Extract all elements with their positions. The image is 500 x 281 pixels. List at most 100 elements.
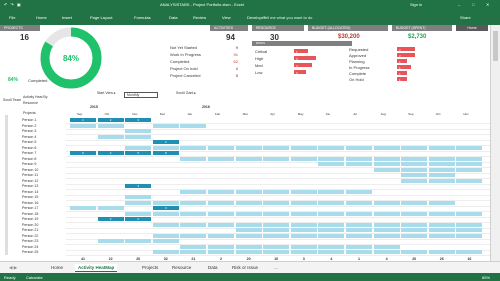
heat-cell[interactable] bbox=[373, 233, 400, 238]
heat-cell[interactable] bbox=[290, 211, 317, 216]
sheet-tab-data[interactable]: Data bbox=[205, 264, 221, 272]
heat-cell[interactable] bbox=[401, 167, 428, 172]
heat-cell[interactable] bbox=[401, 228, 428, 233]
heat-cell[interactable] bbox=[263, 200, 290, 205]
heat-cell[interactable] bbox=[318, 145, 345, 150]
heat-cell[interactable] bbox=[180, 222, 207, 227]
heat-cell[interactable] bbox=[208, 156, 234, 161]
home-button[interactable]: Home bbox=[456, 25, 488, 31]
heat-cell[interactable] bbox=[208, 244, 234, 249]
heat-cell[interactable] bbox=[318, 211, 345, 216]
heat-cell[interactable] bbox=[152, 211, 179, 216]
heat-cell[interactable]: 2 bbox=[97, 118, 124, 123]
heat-cell[interactable]: 2 bbox=[70, 118, 96, 123]
heat-cell[interactable] bbox=[373, 222, 400, 227]
heat-cell[interactable] bbox=[180, 233, 207, 238]
heat-cell[interactable] bbox=[97, 134, 124, 139]
table-row[interactable]: Person 22 bbox=[0, 233, 490, 240]
heat-cell[interactable] bbox=[318, 162, 345, 167]
table-row[interactable]: Person 4 bbox=[0, 134, 490, 141]
heat-cell[interactable] bbox=[401, 156, 428, 161]
heat-cell[interactable] bbox=[428, 250, 455, 255]
heat-cell[interactable]: 2 bbox=[152, 140, 179, 145]
heat-cell[interactable] bbox=[125, 195, 152, 200]
heat-cell[interactable] bbox=[346, 156, 372, 161]
heat-cell[interactable] bbox=[235, 200, 262, 205]
heat-cell[interactable] bbox=[235, 189, 262, 194]
heat-cell[interactable] bbox=[152, 200, 179, 205]
heat-cell[interactable]: 8 bbox=[152, 151, 179, 156]
table-row[interactable]: Person 11 bbox=[0, 173, 490, 179]
heat-cell[interactable] bbox=[373, 211, 400, 216]
heat-cell[interactable] bbox=[428, 173, 455, 178]
heat-cell[interactable] bbox=[97, 206, 124, 211]
heat-cell[interactable] bbox=[428, 156, 455, 161]
heat-cell[interactable]: 5 bbox=[125, 151, 152, 156]
heat-cell[interactable] bbox=[373, 250, 400, 255]
heat-cell[interactable] bbox=[263, 233, 290, 238]
heat-cell[interactable] bbox=[152, 123, 179, 128]
sheet-tab-resource[interactable]: Resource bbox=[169, 264, 194, 272]
heat-cell[interactable] bbox=[456, 228, 483, 233]
heat-cell[interactable] bbox=[290, 145, 317, 150]
heat-cell[interactable] bbox=[290, 244, 317, 249]
heat-cell[interactable] bbox=[180, 211, 207, 216]
sheet-tab-more[interactable]: ... bbox=[271, 264, 281, 272]
heat-cell[interactable]: 2 bbox=[97, 151, 124, 156]
heat-cell[interactable] bbox=[97, 239, 124, 244]
table-row[interactable]: Person 21 bbox=[0, 228, 490, 234]
close-icon[interactable]: ✕ bbox=[486, 2, 489, 7]
status-calculate[interactable]: Calculate bbox=[26, 275, 43, 280]
table-row[interactable]: Person 8 bbox=[0, 156, 490, 163]
table-row[interactable]: Person 14 bbox=[0, 189, 490, 196]
heat-cell[interactable] bbox=[290, 189, 317, 194]
heat-cell[interactable] bbox=[290, 228, 317, 233]
heat-cell[interactable] bbox=[346, 250, 372, 255]
heat-cell[interactable] bbox=[456, 167, 483, 172]
heat-cell[interactable] bbox=[125, 145, 152, 150]
heat-cell[interactable] bbox=[401, 200, 428, 205]
heat-cell[interactable] bbox=[152, 250, 179, 255]
heat-cell[interactable] bbox=[263, 156, 290, 161]
heat-cell[interactable] bbox=[180, 244, 207, 249]
heat-cell[interactable] bbox=[263, 228, 290, 233]
heat-cell[interactable] bbox=[125, 239, 152, 244]
scroll-thumb[interactable] bbox=[493, 31, 498, 61]
heat-cell[interactable] bbox=[290, 250, 317, 255]
tab-insert[interactable]: Insert bbox=[62, 15, 72, 20]
vertical-scrollbar[interactable] bbox=[490, 25, 500, 261]
heat-cell[interactable] bbox=[125, 129, 152, 134]
table-row[interactable]: Person 2 bbox=[0, 123, 490, 130]
heat-cell[interactable] bbox=[208, 222, 234, 227]
heat-cell[interactable] bbox=[401, 233, 428, 238]
heat-cell[interactable] bbox=[401, 162, 428, 167]
table-row[interactable]: Person 13 3 bbox=[0, 184, 490, 190]
heat-cell[interactable] bbox=[373, 228, 400, 233]
heat-cell[interactable] bbox=[373, 167, 400, 172]
table-row[interactable]: Person 12 bbox=[0, 178, 490, 185]
quick-access-toolbar[interactable]: ↶ ↷ ▣ bbox=[4, 2, 22, 7]
heat-cell[interactable] bbox=[456, 156, 483, 161]
heat-cell[interactable] bbox=[208, 211, 234, 216]
heat-cell[interactable] bbox=[456, 145, 483, 150]
table-row[interactable]: Person 3 bbox=[0, 129, 490, 135]
minimize-icon[interactable]: – bbox=[458, 2, 460, 7]
heat-cell[interactable] bbox=[456, 250, 483, 255]
heat-cell[interactable] bbox=[346, 211, 372, 216]
heat-cell[interactable] bbox=[318, 189, 345, 194]
heat-cell[interactable] bbox=[346, 222, 372, 227]
table-row[interactable]: Person 10 bbox=[0, 167, 490, 174]
heat-cell[interactable] bbox=[235, 228, 262, 233]
heat-cell[interactable] bbox=[456, 233, 483, 238]
heat-cell[interactable] bbox=[290, 222, 317, 227]
table-row[interactable]: Person 23 bbox=[0, 239, 490, 245]
heat-cell[interactable] bbox=[456, 178, 483, 183]
heat-cell[interactable]: 3 bbox=[125, 184, 152, 189]
heat-cell[interactable] bbox=[428, 228, 455, 233]
heat-cell[interactable] bbox=[373, 162, 400, 167]
heat-cell[interactable] bbox=[290, 156, 317, 161]
table-row[interactable]: Person 15 bbox=[0, 195, 490, 201]
heat-cell[interactable] bbox=[401, 145, 428, 150]
heat-cell[interactable] bbox=[456, 222, 483, 227]
table-row[interactable]: Person 6 bbox=[0, 145, 490, 152]
